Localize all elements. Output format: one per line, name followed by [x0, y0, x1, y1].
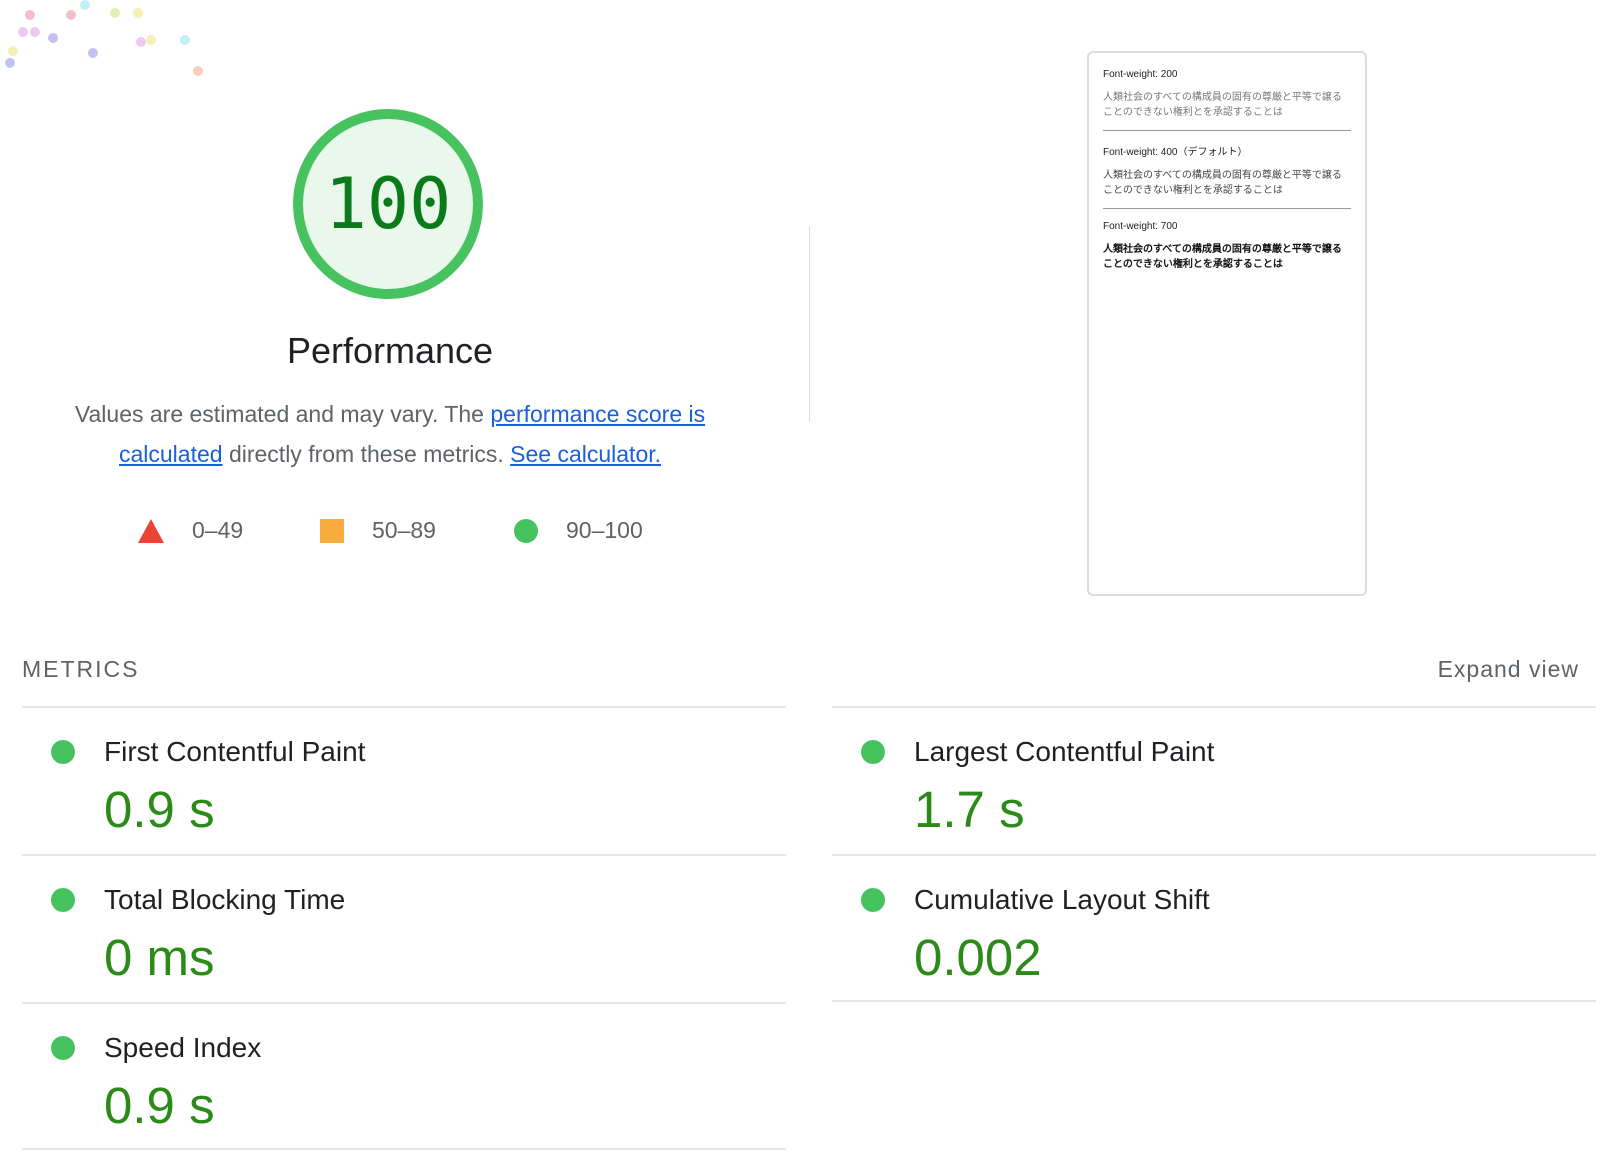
expand-view-button[interactable]: Expand view	[1438, 656, 1579, 683]
legend-item-average: 50–89	[320, 517, 436, 544]
square-icon	[320, 518, 344, 543]
score-legend: 0–49 50–89 90–100	[0, 517, 780, 551]
confetti-decoration	[0, 0, 220, 90]
metric-row: First Contentful Paint 0.9 s	[22, 706, 786, 854]
triangle-icon	[138, 518, 164, 543]
legend-item-fail: 0–49	[138, 517, 243, 544]
pass-circle-icon	[861, 740, 885, 764]
pass-circle-icon	[51, 1036, 75, 1060]
metrics-column-right: Largest Contentful Paint 1.7 s Cumulativ…	[832, 706, 1596, 1002]
metrics-column-left: First Contentful Paint 0.9 s Total Block…	[22, 706, 786, 1150]
see-calculator-link[interactable]: See calculator.	[510, 441, 661, 467]
metric-value: 0.9 s	[104, 1077, 215, 1134]
metric-value: 0.002	[914, 929, 1042, 986]
gauge-title: Performance	[286, 330, 494, 371]
thumbnail-heading: Font-weight: 200	[1103, 69, 1178, 80]
thumbnail-block: Font-weight: 700 人類社会のすべての構成員の固有の尊厳と平等で譲…	[1103, 219, 1351, 282]
thumbnail-body: 人類社会のすべての構成員の固有の尊厳と平等で譲ることのできない権利とを承認するこ…	[1103, 244, 1342, 270]
description-text-middle: directly from these metrics.	[222, 441, 511, 467]
legend-range: 0–49	[192, 517, 244, 543]
vertical-divider	[809, 226, 810, 422]
thumbnail-block: Font-weight: 200 人類社会のすべての構成員の固有の尊厳と平等で譲…	[1103, 67, 1351, 131]
metric-name: Speed Index	[104, 1032, 262, 1063]
description-text: Values are estimated and may vary. The	[74, 401, 491, 427]
metric-row: Largest Contentful Paint 1.7 s	[832, 706, 1596, 854]
metrics-header: METRICS	[22, 656, 140, 682]
thumbnail-heading: Font-weight: 400（デフォルト）	[1103, 147, 1248, 158]
metric-name: Total Blocking Time	[104, 884, 346, 915]
metric-name: Cumulative Layout Shift	[914, 884, 1210, 915]
metric-name: First Contentful Paint	[104, 736, 366, 767]
legend-item-pass: 90–100	[514, 517, 643, 544]
performance-gauge: 100	[290, 106, 486, 302]
metric-value: 1.7 s	[914, 781, 1025, 838]
metric-row: Speed Index 0.9 s	[22, 1002, 786, 1150]
final-screenshot-thumbnail[interactable]: Font-weight: 200 人類社会のすべての構成員の固有の尊厳と平等で譲…	[1087, 51, 1367, 596]
thumbnail-block: Font-weight: 400（デフォルト） 人類社会のすべての構成員の固有の…	[1103, 141, 1351, 209]
gauge-score: 100	[324, 163, 452, 245]
pass-circle-icon	[861, 888, 885, 912]
metric-row: Cumulative Layout Shift 0.002	[832, 854, 1596, 1002]
metric-row: Total Blocking Time 0 ms	[22, 854, 786, 1002]
score-description: Values are estimated and may vary. The p…	[45, 394, 735, 474]
thumbnail-body: 人類社会のすべての構成員の固有の尊厳と平等で譲ることのできない権利とを承認するこ…	[1103, 170, 1342, 196]
legend-range: 50–89	[372, 517, 436, 543]
thumbnail-body: 人類社会のすべての構成員の固有の尊厳と平等で譲ることのできない権利とを承認するこ…	[1103, 92, 1342, 118]
thumbnail-heading: Font-weight: 700	[1103, 221, 1178, 232]
pass-circle-icon	[51, 740, 75, 764]
legend-range: 90–100	[566, 517, 643, 543]
metric-value: 0.9 s	[104, 781, 215, 838]
circle-icon	[514, 518, 538, 543]
metric-name: Largest Contentful Paint	[914, 736, 1215, 767]
pass-circle-icon	[51, 888, 75, 912]
metric-value: 0 ms	[104, 929, 215, 986]
